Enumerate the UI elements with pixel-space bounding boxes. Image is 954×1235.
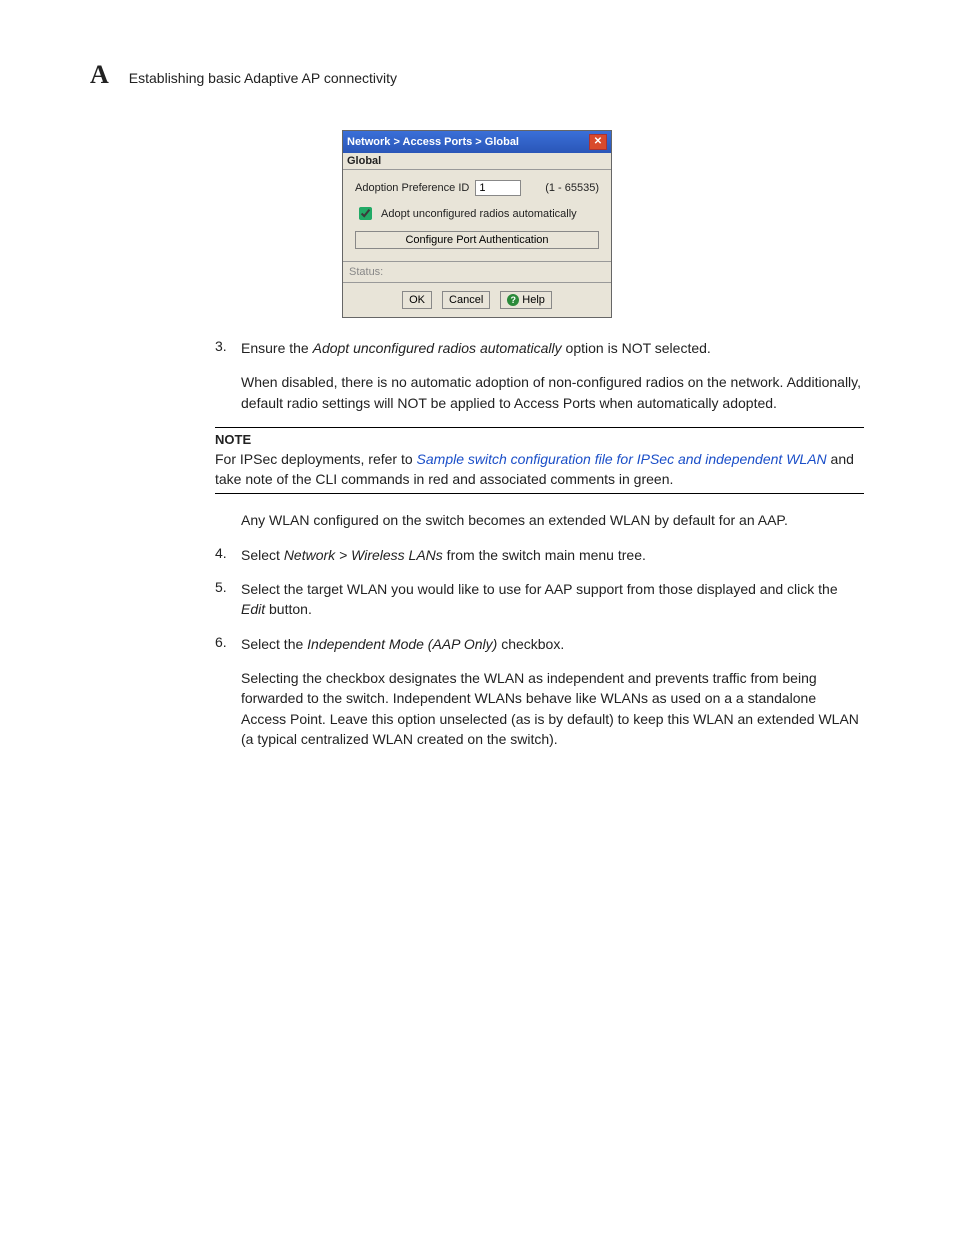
port-auth-button[interactable]: Configure Port Authentication bbox=[355, 231, 599, 249]
auto-adopt-checkbox[interactable] bbox=[359, 207, 372, 220]
step-6: 6. Select the Independent Mode (AAP Only… bbox=[215, 634, 864, 749]
step-5: 5. Select the target WLAN you would like… bbox=[215, 579, 864, 620]
step3-text-a: Ensure the bbox=[241, 340, 313, 356]
adoption-range: (1 - 65535) bbox=[545, 182, 599, 194]
step-4: 4. Select Network > Wireless LANs from t… bbox=[215, 545, 864, 565]
step3-para2: When disabled, there is no automatic ado… bbox=[241, 372, 864, 413]
step4-em: Network > Wireless LANs bbox=[284, 547, 443, 563]
note-rule-top bbox=[215, 427, 864, 428]
step5-em: Edit bbox=[241, 601, 265, 617]
step4-a: Select bbox=[241, 547, 284, 563]
step6-para2: Selecting the checkbox designates the WL… bbox=[241, 668, 864, 749]
step6-a: Select the bbox=[241, 636, 307, 652]
step6-b: checkbox. bbox=[497, 636, 564, 652]
step-number: 6. bbox=[215, 634, 241, 749]
auto-adopt-label: Adopt unconfigured radios automatically bbox=[381, 208, 577, 220]
adoption-label: Adoption Preference ID bbox=[355, 182, 469, 194]
intermediate-text-row: Any WLAN configured on the switch become… bbox=[215, 510, 864, 530]
step5-b: button. bbox=[265, 601, 312, 617]
close-icon[interactable]: ✕ bbox=[589, 134, 607, 150]
help-label: Help bbox=[522, 294, 545, 306]
dialog-tab[interactable]: Global bbox=[343, 153, 611, 170]
help-icon: ? bbox=[507, 294, 519, 306]
spacer bbox=[215, 510, 241, 530]
step5-a: Select the target WLAN you would like to… bbox=[241, 581, 838, 597]
help-button[interactable]: ? Help bbox=[500, 291, 552, 309]
step-number: 4. bbox=[215, 545, 241, 565]
step3-em: Adopt unconfigured radios automatically bbox=[313, 340, 562, 356]
global-dialog: Network > Access Ports > Global ✕ Global… bbox=[342, 130, 612, 318]
steps-list: 3. Ensure the Adopt unconfigured radios … bbox=[215, 338, 864, 413]
status-bar: Status: bbox=[343, 261, 611, 282]
note-pre: For IPSec deployments, refer to bbox=[215, 451, 417, 467]
note-label: NOTE bbox=[215, 432, 864, 447]
page-header: A Establishing basic Adaptive AP connect… bbox=[90, 60, 864, 90]
adoption-input[interactable] bbox=[475, 180, 521, 196]
note-link[interactable]: Sample switch configuration file for IPS… bbox=[417, 451, 827, 467]
body-content: 3. Ensure the Adopt unconfigured radios … bbox=[215, 338, 864, 749]
between-text: Any WLAN configured on the switch become… bbox=[241, 510, 864, 530]
note-rule-bottom bbox=[215, 493, 864, 494]
dialog-breadcrumb: Network > Access Ports > Global bbox=[347, 136, 519, 148]
auto-adopt-row: Adopt unconfigured radios automatically bbox=[355, 204, 599, 223]
ok-button[interactable]: OK bbox=[402, 291, 432, 309]
dialog-titlebar: Network > Access Ports > Global ✕ bbox=[343, 131, 611, 153]
cancel-button[interactable]: Cancel bbox=[442, 291, 490, 309]
dialog-screenshot: Network > Access Ports > Global ✕ Global… bbox=[90, 130, 864, 318]
dialog-footer: OK Cancel ? Help bbox=[343, 282, 611, 317]
page-title: Establishing basic Adaptive AP connectiv… bbox=[129, 70, 397, 86]
step4-b: from the switch main menu tree. bbox=[443, 547, 646, 563]
dialog-body: Adoption Preference ID (1 - 65535) Adopt… bbox=[343, 170, 611, 261]
step-number: 3. bbox=[215, 338, 241, 413]
note-block: NOTE For IPSec deployments, refer to Sam… bbox=[215, 427, 864, 495]
step6-em: Independent Mode (AAP Only) bbox=[307, 636, 497, 652]
step-number: 5. bbox=[215, 579, 241, 620]
appendix-letter: A bbox=[90, 60, 109, 90]
adoption-row: Adoption Preference ID (1 - 65535) bbox=[355, 180, 599, 196]
steps-list-cont: Any WLAN configured on the switch become… bbox=[215, 510, 864, 749]
note-text: For IPSec deployments, refer to Sample s… bbox=[215, 449, 864, 490]
step-3: 3. Ensure the Adopt unconfigured radios … bbox=[215, 338, 864, 413]
step3-text-b: option is NOT selected. bbox=[562, 340, 711, 356]
